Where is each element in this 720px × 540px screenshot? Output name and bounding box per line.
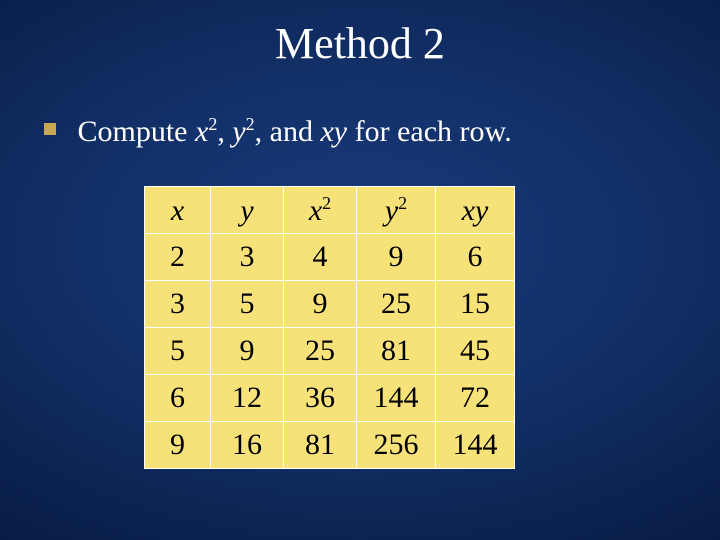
- cell-x2: 4: [284, 234, 357, 281]
- cell-x: 2: [145, 234, 211, 281]
- table-row: 3 5 9 25 15: [145, 281, 515, 328]
- col-header-xy: xy: [436, 187, 515, 234]
- bullet-sep2: , and: [255, 115, 321, 148]
- col-header-x: x: [145, 187, 211, 234]
- cell-y2: 25: [357, 281, 436, 328]
- cell-y: 12: [211, 375, 284, 422]
- cell-y2: 256: [357, 422, 436, 469]
- cell-y2: 9: [357, 234, 436, 281]
- cell-x: 9: [145, 422, 211, 469]
- cell-x2: 25: [284, 328, 357, 375]
- cell-xy: 45: [436, 328, 515, 375]
- cell-x: 3: [145, 281, 211, 328]
- col-header-y-base: y: [240, 194, 253, 227]
- cell-xy: 15: [436, 281, 515, 328]
- bullet-sep1: ,: [217, 115, 232, 148]
- cell-x2: 9: [284, 281, 357, 328]
- col-header-y2-sup: 2: [398, 193, 407, 213]
- cell-xy: 6: [436, 234, 515, 281]
- col-header-x2-base: x: [309, 194, 322, 227]
- bullet-var1: x: [195, 115, 208, 148]
- cell-y: 3: [211, 234, 284, 281]
- bullet-text: Compute x2, y2, and xy for each row.: [78, 115, 512, 148]
- cell-x2: 36: [284, 375, 357, 422]
- slide-title: Method 2: [0, 18, 720, 69]
- cell-xy: 144: [436, 422, 515, 469]
- cell-xy: 72: [436, 375, 515, 422]
- bullet-line: Compute x2, y2, and xy for each row.: [44, 112, 512, 149]
- cell-x: 5: [145, 328, 211, 375]
- bullet-exp2: 2: [246, 114, 255, 134]
- bullet-var3: xy: [320, 115, 347, 148]
- col-header-x2-sup: 2: [322, 193, 331, 213]
- bullet-exp1: 2: [208, 114, 217, 134]
- data-table-wrap: x y x2 y2 xy 2 3 4 9 6 3 5 9 25 15 5: [144, 186, 515, 469]
- table-row: 5 9 25 81 45: [145, 328, 515, 375]
- cell-y: 16: [211, 422, 284, 469]
- bullet-icon: [44, 123, 56, 135]
- slide: Method 2 Compute x2, y2, and xy for each…: [0, 0, 720, 540]
- bullet-prefix: Compute: [78, 115, 196, 148]
- table-row: 9 16 81 256 144: [145, 422, 515, 469]
- cell-x: 6: [145, 375, 211, 422]
- data-table: x y x2 y2 xy 2 3 4 9 6 3 5 9 25 15 5: [144, 186, 515, 469]
- col-header-y2-base: y: [385, 194, 398, 227]
- col-header-x2: x2: [284, 187, 357, 234]
- cell-y2: 144: [357, 375, 436, 422]
- table-row: 2 3 4 9 6: [145, 234, 515, 281]
- cell-x2: 81: [284, 422, 357, 469]
- bullet-var2: y: [232, 115, 245, 148]
- table-row: 6 12 36 144 72: [145, 375, 515, 422]
- col-header-y: y: [211, 187, 284, 234]
- col-header-x-base: x: [171, 194, 184, 227]
- bullet-suffix: for each row.: [347, 115, 512, 148]
- col-header-y2: y2: [357, 187, 436, 234]
- col-header-xy-base: xy: [462, 194, 489, 227]
- table-header-row: x y x2 y2 xy: [145, 187, 515, 234]
- cell-y: 5: [211, 281, 284, 328]
- cell-y: 9: [211, 328, 284, 375]
- cell-y2: 81: [357, 328, 436, 375]
